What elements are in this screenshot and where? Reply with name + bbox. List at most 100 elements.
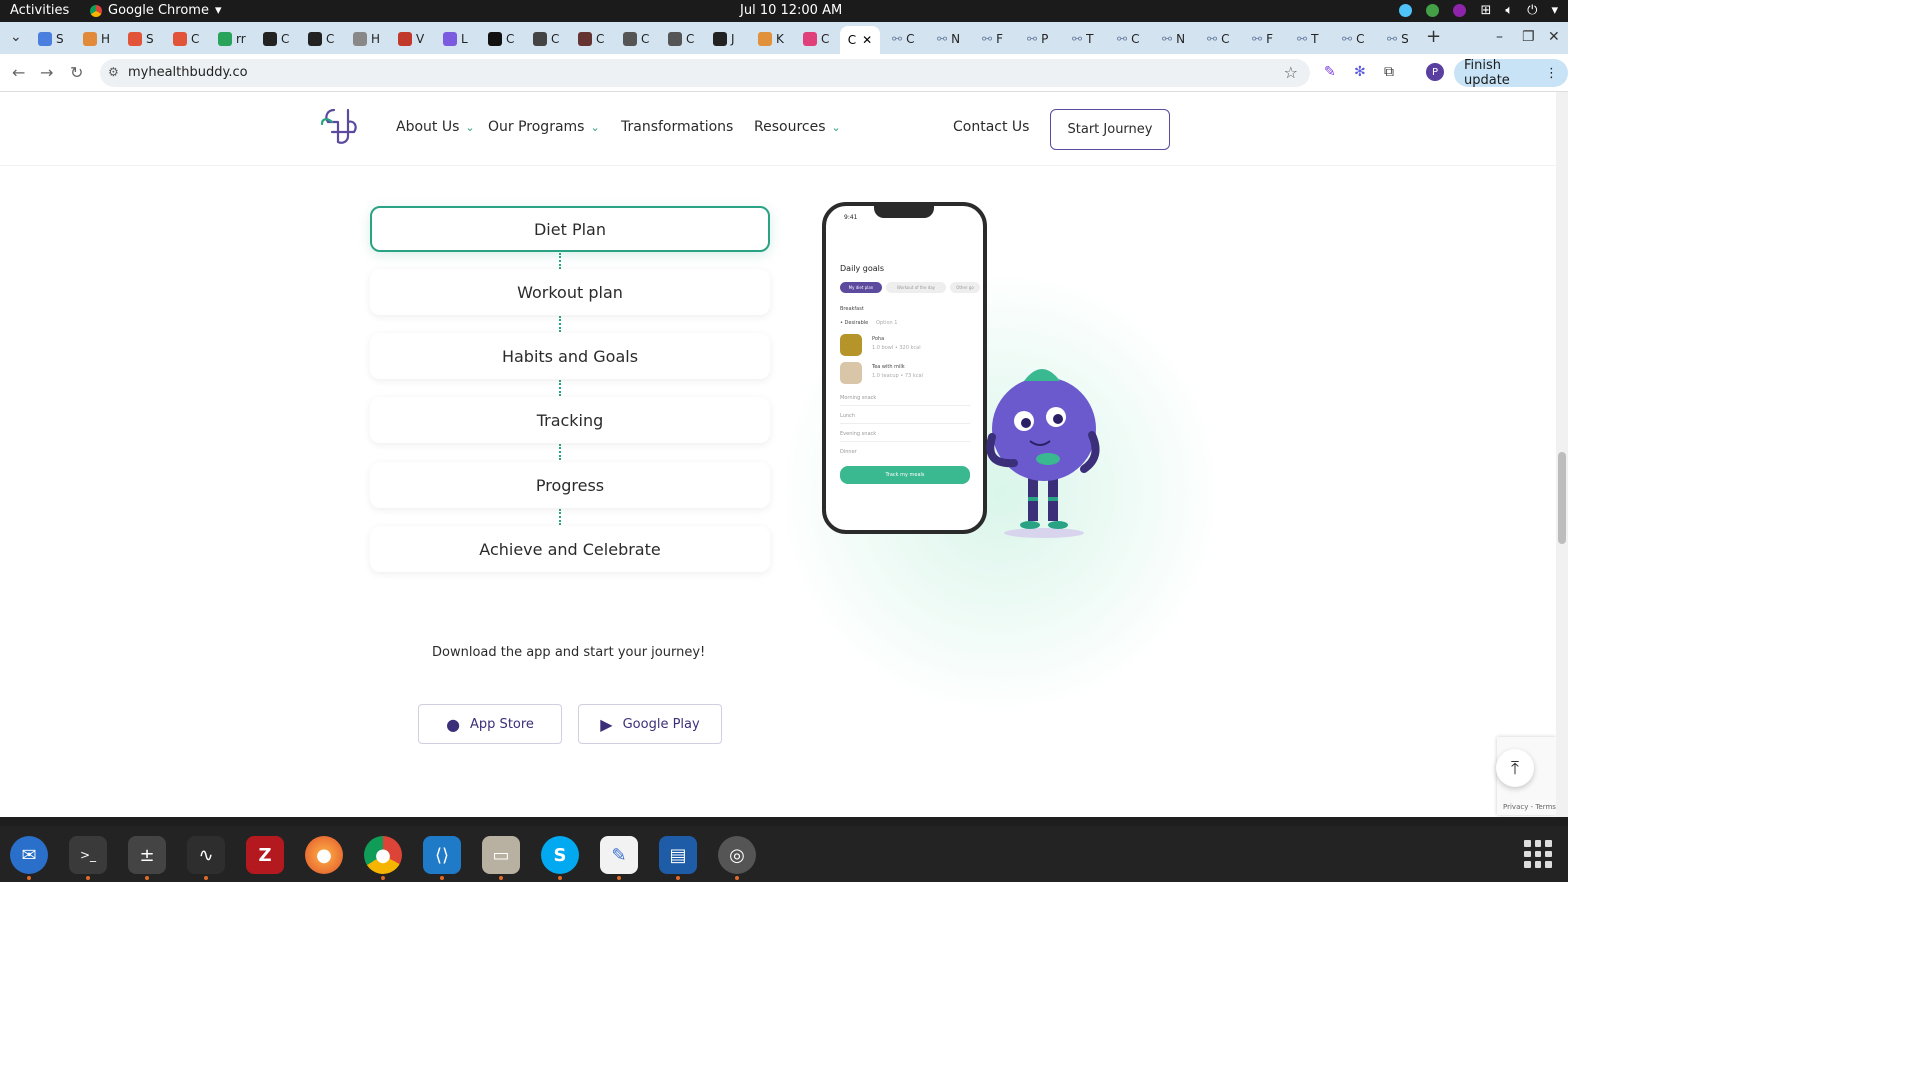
browser-tab[interactable]: ⚯ C bbox=[1342, 29, 1364, 49]
browser-tab[interactable]: C bbox=[623, 29, 649, 49]
reload-icon[interactable]: ↻ bbox=[70, 63, 83, 82]
browser-tab[interactable]: ⚯ P bbox=[1027, 29, 1048, 49]
step-achieve-celebrate[interactable]: Achieve and Celebrate bbox=[370, 526, 770, 572]
firefox-icon[interactable]: ● bbox=[305, 836, 343, 874]
browser-tab[interactable]: ⚯ T bbox=[1072, 29, 1093, 49]
back-to-top-button[interactable]: ⤒ bbox=[1496, 749, 1534, 787]
extension-pen-icon[interactable]: ✎ bbox=[1324, 64, 1336, 80]
minimize-icon[interactable]: – bbox=[1496, 29, 1503, 45]
files-icon[interactable]: ▭ bbox=[482, 836, 520, 874]
power-icon[interactable]: ⏻ bbox=[1527, 3, 1537, 18]
tab-favicon-icon bbox=[713, 32, 727, 46]
nav-contact-us[interactable]: Contact Us bbox=[953, 119, 1029, 135]
download-app-text: Download the app and start your journey! bbox=[432, 645, 706, 660]
browser-tab[interactable]: ⚯ N bbox=[1162, 29, 1185, 49]
profile-avatar[interactable]: P bbox=[1426, 63, 1444, 81]
close-window-icon[interactable]: ✕ bbox=[1548, 29, 1560, 45]
network-icon[interactable]: ⊞ bbox=[1480, 3, 1491, 18]
activities-button[interactable]: Activities bbox=[10, 3, 69, 18]
filezilla-icon[interactable]: Z bbox=[246, 836, 284, 874]
browser-tab[interactable]: ⚯ C bbox=[892, 29, 914, 49]
restore-icon[interactable]: ❐ bbox=[1522, 29, 1535, 45]
url-text[interactable]: myhealthbuddy.co bbox=[128, 65, 248, 80]
healthbuddy-logo[interactable] bbox=[318, 106, 362, 146]
calculator-icon[interactable]: ± bbox=[128, 836, 166, 874]
tab-active[interactable]: C ✕ bbox=[840, 26, 880, 54]
back-icon[interactable]: ← bbox=[12, 63, 25, 82]
browser-tab[interactable]: C bbox=[668, 29, 694, 49]
site-info-icon[interactable]: ⚙ bbox=[108, 65, 119, 79]
chrome-icon bbox=[90, 4, 102, 17]
disk-icon[interactable]: ◎ bbox=[718, 836, 756, 874]
browser-tab[interactable]: S bbox=[128, 29, 154, 49]
browser-tab[interactable]: S bbox=[38, 29, 64, 49]
tab-label: C bbox=[596, 32, 605, 46]
browser-tab[interactable]: C bbox=[533, 29, 559, 49]
browser-tab[interactable]: K bbox=[758, 29, 784, 49]
browser-tab[interactable]: ⚯ C bbox=[1117, 29, 1139, 49]
scrollbar-thumb[interactable] bbox=[1558, 452, 1566, 544]
app-menu[interactable]: Google Chrome ▾ bbox=[90, 3, 222, 18]
browser-tab[interactable]: ⚯ N bbox=[937, 29, 960, 49]
browser-tab[interactable]: C bbox=[308, 29, 334, 49]
caret-down-icon[interactable]: ▾ bbox=[1551, 3, 1558, 18]
system-tray[interactable]: ⊞ 🔈︎ ⏻ ▾ bbox=[1399, 3, 1558, 18]
step-tracking[interactable]: Tracking bbox=[370, 397, 770, 443]
step-workout-plan[interactable]: Workout plan bbox=[370, 269, 770, 315]
show-apps-icon[interactable] bbox=[1524, 840, 1552, 868]
step-progress[interactable]: Progress bbox=[370, 462, 770, 508]
finish-update-button[interactable]: Finish update ⋮ bbox=[1454, 58, 1568, 88]
browser-tab[interactable]: ⚯ S bbox=[1387, 29, 1409, 49]
browser-tab[interactable]: J bbox=[713, 29, 735, 49]
libreoffice-writer-icon[interactable]: ▤ bbox=[659, 836, 697, 874]
browser-tab[interactable]: H bbox=[353, 29, 380, 49]
forward-icon[interactable]: → bbox=[40, 63, 53, 82]
browser-tab[interactable]: C bbox=[173, 29, 199, 49]
extension-gear-icon[interactable]: ✻ bbox=[1354, 64, 1366, 80]
step-diet-plan[interactable]: Diet Plan bbox=[370, 206, 770, 252]
browser-tab[interactable]: ⚯ C bbox=[1207, 29, 1229, 49]
tray-app-icon[interactable] bbox=[1453, 4, 1467, 17]
chrome-icon[interactable]: ● bbox=[364, 836, 402, 874]
more-menu-icon[interactable]: ⋮ bbox=[1545, 66, 1558, 81]
browser-tab[interactable]: rr bbox=[218, 29, 246, 49]
close-icon[interactable]: ✕ bbox=[862, 33, 872, 47]
browser-tab[interactable]: ⚯ F bbox=[982, 29, 1003, 49]
browser-tab[interactable]: ⚯ F bbox=[1252, 29, 1273, 49]
volume-icon[interactable]: 🔈︎ bbox=[1505, 3, 1513, 18]
vscode-icon[interactable]: ⟨⟩ bbox=[423, 836, 461, 874]
bookmark-star-icon[interactable]: ☆ bbox=[1284, 63, 1298, 82]
tray-check-icon[interactable] bbox=[1426, 4, 1440, 17]
browser-tab[interactable]: C bbox=[578, 29, 604, 49]
system-monitor-icon[interactable]: ∿ bbox=[187, 836, 225, 874]
terminal-icon[interactable]: >_ bbox=[69, 836, 107, 874]
tray-app-icon[interactable] bbox=[1399, 4, 1413, 17]
browser-tab[interactable]: C bbox=[488, 29, 514, 49]
new-tab-icon[interactable]: + bbox=[1426, 26, 1441, 47]
nav-about-us[interactable]: About Us ⌄ bbox=[396, 119, 475, 135]
nav-transformations[interactable]: Transformations bbox=[621, 119, 733, 135]
text-editor-icon[interactable]: ✎ bbox=[600, 836, 638, 874]
browser-tab[interactable]: C bbox=[803, 29, 829, 49]
address-bar[interactable]: ⚙ myhealthbuddy.co ☆ bbox=[100, 59, 1310, 87]
clock[interactable]: Jul 10 12:00 AM bbox=[740, 3, 842, 18]
tab-search-icon[interactable]: ⌄ bbox=[10, 29, 22, 45]
skype-icon[interactable]: S bbox=[541, 836, 579, 874]
browser-tab[interactable]: L bbox=[443, 29, 468, 49]
browser-tab[interactable]: H bbox=[83, 29, 110, 49]
browser-tab[interactable]: V bbox=[398, 29, 424, 49]
step-habits-goals[interactable]: Habits and Goals bbox=[370, 333, 770, 379]
nav-resources[interactable]: Resources ⌄ bbox=[754, 119, 841, 135]
extensions-puzzle-icon[interactable]: ⧉ bbox=[1384, 64, 1394, 80]
google-play-button[interactable]: ▶ Google Play bbox=[578, 704, 722, 744]
toolbar: ← → ↻ ⚙ myhealthbuddy.co ☆ ✎ ✻ ⧉ P Finis… bbox=[0, 54, 1568, 92]
page-scrollbar[interactable] bbox=[1556, 92, 1568, 817]
start-journey-button[interactable]: Start Journey bbox=[1050, 109, 1170, 150]
browser-tab[interactable]: ⚯ T bbox=[1297, 29, 1318, 49]
thunderbird-icon[interactable]: ✉ bbox=[10, 836, 48, 874]
app-store-button[interactable]: ● App Store bbox=[418, 704, 562, 744]
nav-our-programs[interactable]: Our Programs ⌄ bbox=[488, 119, 600, 135]
tab-label: S bbox=[56, 32, 64, 46]
recaptcha-text[interactable]: Privacy - Terms bbox=[1503, 803, 1556, 811]
browser-tab[interactable]: C bbox=[263, 29, 289, 49]
